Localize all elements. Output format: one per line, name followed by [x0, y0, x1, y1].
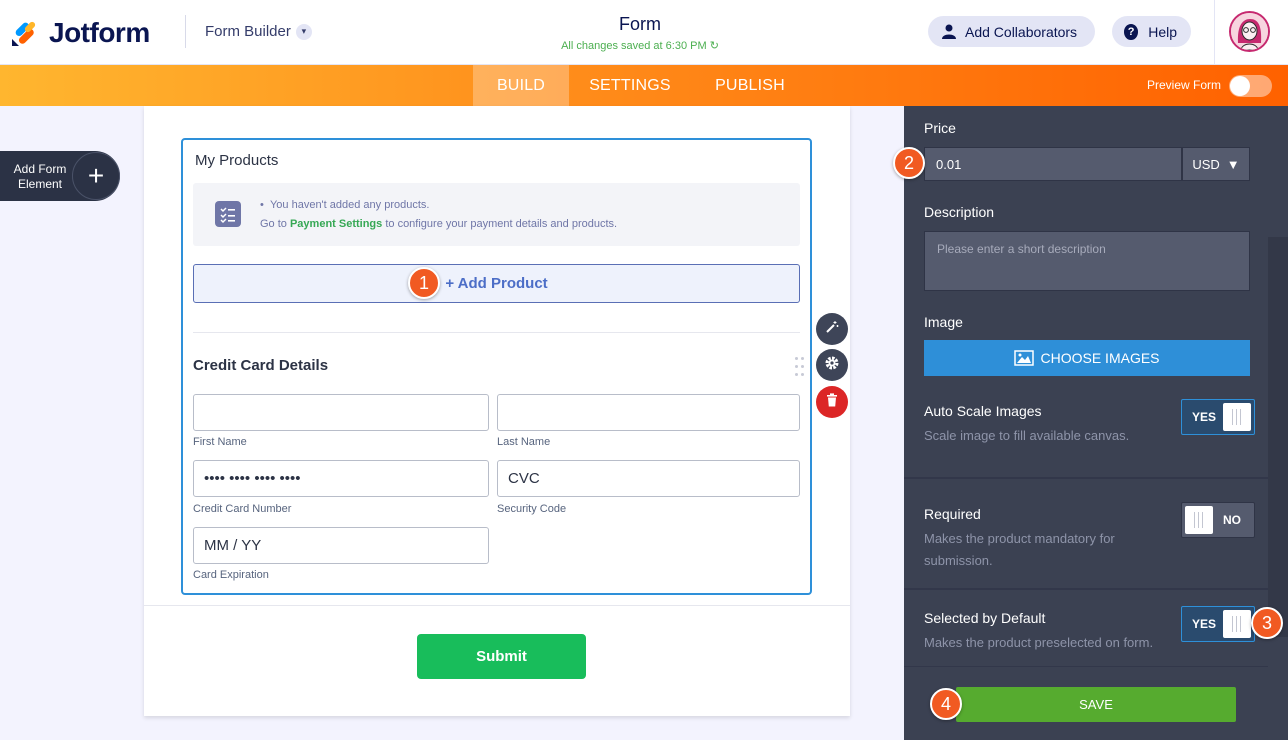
panel-divider	[904, 588, 1268, 590]
add-form-element-label: Add Form Element	[13, 162, 67, 191]
help-label: Help	[1148, 23, 1177, 40]
callout-4: 4	[930, 688, 962, 720]
first-name-field[interactable]	[193, 394, 489, 431]
refresh-icon: ↻	[709, 40, 719, 52]
caret-down-icon: ▼	[1226, 156, 1240, 172]
selected-default-toggle[interactable]: YES	[1181, 606, 1255, 642]
tab-settings[interactable]: SETTINGS	[580, 65, 680, 106]
cvc-label: Security Code	[497, 503, 567, 515]
card-expiration-label: Card Expiration	[193, 569, 269, 581]
form-title[interactable]: Form	[540, 14, 740, 35]
user-icon	[940, 23, 958, 41]
panel-divider	[904, 666, 1268, 667]
bullet: •	[260, 199, 270, 211]
list-icon	[215, 201, 241, 227]
section-divider	[193, 332, 800, 333]
last-name-field[interactable]	[497, 394, 800, 431]
toggle-knob	[1230, 76, 1250, 96]
submit-button[interactable]: Submit	[417, 634, 586, 679]
save-button[interactable]: SAVE	[956, 687, 1236, 722]
add-collaborators-button[interactable]: Add Collaborators	[928, 16, 1095, 47]
required-description: Makes the product mandatory for submissi…	[924, 531, 1115, 568]
panel-divider	[904, 477, 1268, 479]
jotform-logo[interactable]: Jotform	[10, 17, 150, 49]
properties-button[interactable]	[816, 349, 848, 381]
toggle-knob	[1223, 610, 1251, 638]
currency-select[interactable]: USD ▼	[1182, 147, 1250, 181]
callout-3: 3	[1251, 607, 1283, 639]
add-form-element-button[interactable]: Add Form Element +	[0, 151, 120, 201]
first-name-label: First Name	[193, 436, 247, 448]
last-name-label: Last Name	[497, 436, 551, 448]
callout-2: 2	[893, 147, 925, 179]
hint-prefix: Go to	[260, 218, 290, 230]
top-header: Jotform Form Builder ▾ Form All changes …	[0, 0, 1288, 65]
card-expiration-field[interactable]: MM / YY	[193, 527, 489, 564]
logo-text: Jotform	[49, 17, 150, 48]
auto-scale-toggle[interactable]: YES	[1181, 399, 1255, 435]
currency-value: USD	[1192, 156, 1220, 172]
card-number-field[interactable]: •••• •••• •••• ••••	[193, 460, 489, 497]
required-label: Required	[924, 506, 981, 522]
required-value: NO	[1223, 513, 1241, 527]
description-label: Description	[924, 204, 995, 220]
auto-scale-label: Auto Scale Images	[924, 403, 1042, 419]
magic-wand-icon	[825, 320, 839, 339]
price-label: Price	[924, 120, 956, 136]
no-products-notice	[193, 183, 800, 246]
selected-default-value: YES	[1192, 617, 1217, 631]
selected-default-label: Selected by Default	[924, 610, 1046, 626]
wand-button[interactable]	[816, 313, 848, 345]
avatar[interactable]	[1229, 11, 1270, 52]
drag-handle-icon[interactable]	[794, 356, 806, 378]
image-label: Image	[924, 314, 963, 330]
delete-button[interactable]	[816, 386, 848, 418]
cvc-field[interactable]: CVC	[497, 460, 800, 497]
jotform-logo-icon	[10, 19, 38, 47]
choose-images-label: CHOOSE IMAGES	[1040, 350, 1160, 366]
saved-status-text: All changes saved at 6:30 PM	[561, 40, 707, 52]
payment-settings-hint: Go to Payment Settings to configure your…	[260, 218, 617, 230]
card-number-label: Credit Card Number	[193, 503, 292, 515]
no-products-message: You haven't added any products.	[269, 199, 430, 211]
description-textarea[interactable]: Please enter a short description	[924, 231, 1250, 291]
help-button[interactable]: ? Help	[1112, 16, 1191, 47]
toggle-knob	[1223, 403, 1251, 431]
form-builder-dropdown[interactable]: Form Builder ▾	[205, 23, 312, 40]
builder-nav: BUILD SETTINGS PUBLISH Preview Form	[0, 65, 1288, 106]
no-products-text: • You haven't added any products.	[260, 199, 429, 211]
panel-scrollbar-thumb[interactable]	[1268, 237, 1288, 637]
trash-icon	[826, 392, 838, 412]
toggle-knob	[1185, 506, 1213, 534]
image-icon	[1014, 350, 1035, 366]
form-builder-label: Form Builder	[205, 23, 291, 40]
products-title[interactable]: My Products	[195, 152, 278, 169]
callout-1: 1	[408, 267, 440, 299]
add-collaborators-label: Add Collaborators	[965, 23, 1078, 40]
hint-suffix: to configure your payment details and pr…	[382, 218, 618, 230]
selected-default-description: Makes the product preselected on form.	[924, 635, 1154, 650]
required-toggle[interactable]: NO	[1181, 502, 1255, 538]
header-divider-right	[1214, 0, 1215, 65]
header-divider	[185, 15, 186, 48]
add-product-button[interactable]: + Add Product	[193, 264, 800, 303]
choose-images-button[interactable]: CHOOSE IMAGES	[924, 340, 1250, 376]
plus-icon: +	[72, 152, 120, 200]
question-icon: ?	[1124, 23, 1139, 40]
auto-scale-description: Scale image to fill available canvas.	[924, 428, 1130, 443]
saved-status: All changes saved at 6:30 PM ↻	[520, 39, 760, 52]
tab-publish[interactable]: PUBLISH	[700, 65, 800, 106]
submit-divider	[144, 605, 850, 606]
gear-icon	[824, 355, 840, 376]
preview-form-toggle[interactable]	[1229, 75, 1272, 97]
credit-card-title[interactable]: Credit Card Details	[193, 357, 328, 374]
tab-build[interactable]: BUILD	[473, 65, 569, 106]
chevron-down-icon: ▾	[295, 23, 312, 40]
price-input[interactable]: 0.01	[924, 147, 1182, 181]
auto-scale-value: YES	[1192, 410, 1217, 424]
payment-settings-link[interactable]: Payment Settings	[290, 218, 382, 230]
preview-form-label: Preview Form	[1147, 78, 1222, 92]
